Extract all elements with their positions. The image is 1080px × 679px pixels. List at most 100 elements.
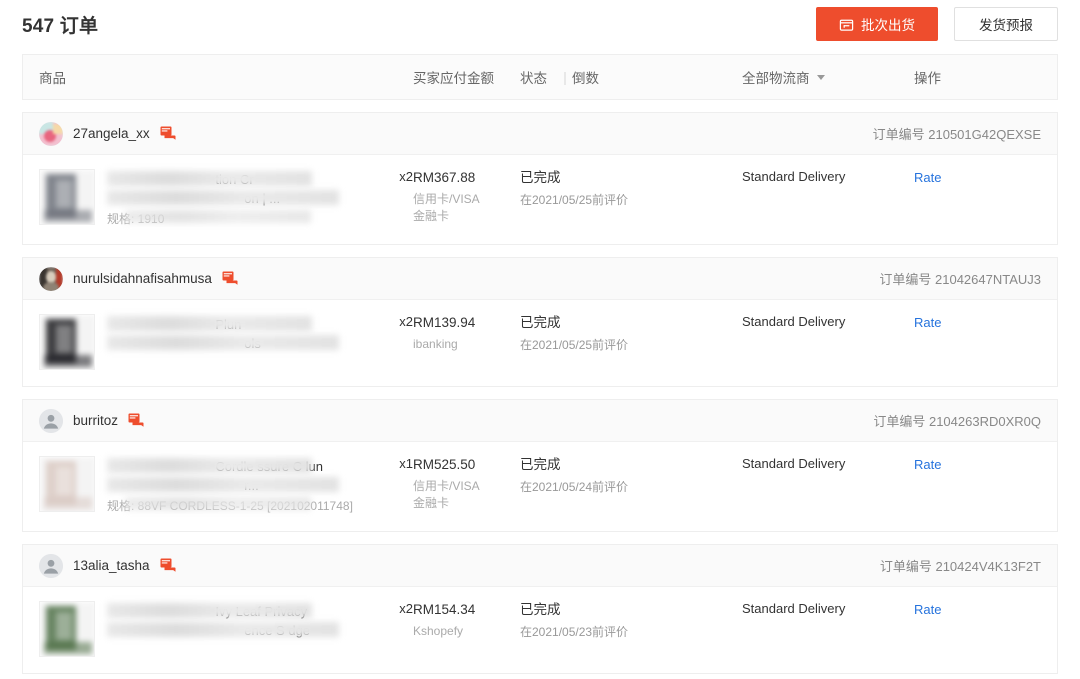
action-cell: Rate	[914, 169, 1054, 228]
order-number-value: 210501G42QEXSE	[928, 127, 1041, 142]
amount-value: RM154.34	[413, 602, 476, 617]
rate-link[interactable]: Rate	[914, 602, 941, 617]
amount-cell: RM525.50 信用卡/VISA金融卡	[413, 456, 520, 515]
redaction-overlay	[107, 458, 312, 473]
buyer-info[interactable]: nurulsidahnafisahmusa	[39, 266, 238, 291]
status-cell: 已完成在2021/05/24前评价	[520, 456, 742, 515]
product-thumbnail[interactable]	[39, 314, 95, 370]
redaction-overlay	[125, 497, 311, 510]
buyer-info[interactable]: 27angela_xx	[39, 121, 176, 146]
product-quantity: x2	[399, 601, 413, 616]
redaction-overlay	[107, 316, 312, 331]
avatar	[39, 408, 63, 433]
chevron-down-icon	[816, 74, 825, 80]
column-header-amount: 买家应付金额	[413, 71, 494, 86]
buyer-info[interactable]: 13alia_tasha	[39, 553, 176, 578]
order-card: 13alia_tasha 订单编号 210424V4K13F2T Ivy Leaf…	[22, 544, 1058, 674]
redaction-overlay	[107, 171, 312, 186]
redaction-overlay	[107, 603, 312, 618]
avatar	[39, 121, 63, 146]
status-cell: 已完成在2021/05/23前评价	[520, 601, 742, 657]
order-card-body: Plun ols x2RM139.94 ibanking 已完成在2021/05/25…	[23, 300, 1057, 386]
order-list: 27angela_xx 订单编号 210501G42QEXSE tion Cr o…	[22, 112, 1058, 674]
product-cell[interactable]: Ivy Leaf Privacy ence S dge x2	[23, 601, 413, 657]
batch-ship-label: 批次出货	[861, 18, 915, 33]
product-text: Plun ols	[107, 314, 385, 370]
order-number-value: 2104263RD0XR0Q	[928, 414, 1041, 429]
page-title: 547 订单	[22, 15, 99, 37]
header-actions: 批次出货 发货预报	[816, 7, 1058, 41]
order-card: 27angela_xx 订单编号 210501G42QEXSE tion Cr o…	[22, 112, 1058, 245]
logistics-provider: Standard Delivery	[742, 456, 846, 471]
batch-ship-button[interactable]: 批次出货	[816, 7, 938, 41]
order-list-page: 547 订单 批次出货 发货预报 商品 买家应付金额 状态 | 倒数 全部物流商…	[0, 0, 1080, 679]
amount-cell: RM154.34 Kshopefy	[413, 601, 520, 657]
buyer-name[interactable]: 27angela_xx	[73, 126, 150, 141]
amount-value: RM525.50	[413, 457, 476, 472]
buyer-name[interactable]: burritoz	[73, 413, 118, 428]
column-header-countdown: 倒数	[572, 71, 599, 86]
redaction-overlay	[125, 210, 311, 223]
buyer-name[interactable]: 13alia_tasha	[73, 558, 150, 573]
order-card-body: Ivy Leaf Privacy ence S dge x2RM154.34 Ksh…	[23, 587, 1057, 673]
order-card-body: tion Cr on | ...规格: 1910 x2RM367.88 信用卡/VI…	[23, 155, 1057, 244]
chat-icon[interactable]	[160, 126, 176, 141]
product-quantity: x2	[399, 169, 413, 184]
product-text: tion Cr on | ...规格: 1910	[107, 169, 385, 228]
rate-link[interactable]: Rate	[914, 457, 941, 472]
chat-icon[interactable]	[222, 271, 238, 286]
product-quantity: x2	[399, 314, 413, 329]
countdown-text: 在2021/05/25前评价	[520, 338, 629, 352]
status-badge: 已完成	[520, 170, 561, 185]
payment-method: ibanking	[413, 337, 458, 351]
countdown-text: 在2021/05/23前评价	[520, 625, 629, 639]
status-badge: 已完成	[520, 602, 561, 617]
rate-link[interactable]: Rate	[914, 170, 941, 185]
order-number: 订单编号 210501G42QEXSE	[873, 124, 1041, 143]
redaction-overlay	[107, 477, 339, 492]
order-number-label: 订单编号	[879, 559, 932, 574]
payment-method: Kshopefy	[413, 624, 464, 638]
product-cell[interactable]: Cordle ssure C lun r...规格: 88VF CORDLESS…	[23, 456, 413, 515]
column-header-status: 状态	[520, 71, 547, 86]
avatar	[39, 553, 63, 578]
redaction-overlay	[107, 190, 339, 205]
status-badge: 已完成	[520, 315, 561, 330]
product-cell[interactable]: Plun ols x2	[23, 314, 413, 370]
amount-cell: RM367.88 信用卡/VISA金融卡	[413, 169, 520, 228]
shipping-forecast-button[interactable]: 发货预报	[954, 7, 1058, 41]
action-cell: Rate	[914, 314, 1054, 370]
product-thumbnail[interactable]	[39, 601, 95, 657]
amount-value: RM367.88	[413, 170, 476, 185]
buyer-name[interactable]: nurulsidahnafisahmusa	[73, 271, 212, 286]
order-card-body: Cordle ssure C lun r...规格: 88VF CORDLESS…	[23, 442, 1057, 531]
order-card-header: burritoz 订单编号 2104263RD0XR0Q	[23, 400, 1057, 442]
status-cell: 已完成在2021/05/25前评价	[520, 314, 742, 370]
product-thumbnail[interactable]	[39, 456, 95, 512]
column-header-action: 操作	[914, 71, 941, 86]
box-icon	[839, 17, 854, 32]
chat-icon[interactable]	[160, 558, 176, 573]
amount-value: RM139.94	[413, 315, 476, 330]
logistics-provider: Standard Delivery	[742, 601, 846, 616]
status-badge: 已完成	[520, 457, 561, 472]
order-number-label: 订单编号	[873, 414, 926, 429]
product-thumbnail[interactable]	[39, 169, 95, 225]
rate-link[interactable]: Rate	[914, 315, 941, 330]
order-card: nurulsidahnafisahmusa 订单编号 21042647NTAUJ3…	[22, 257, 1058, 387]
countdown-text: 在2021/05/24前评价	[520, 480, 629, 494]
table-header-row: 商品 买家应付金额 状态 | 倒数 全部物流商 操作	[22, 54, 1058, 100]
column-header-logistics-filter[interactable]: 全部物流商	[742, 67, 914, 87]
order-card: burritoz 订单编号 2104263RD0XR0Q Cordle ssure…	[22, 399, 1058, 532]
order-number-label: 订单编号	[879, 272, 932, 287]
buyer-info[interactable]: burritoz	[39, 408, 144, 433]
countdown-text: 在2021/05/25前评价	[520, 193, 629, 207]
order-card-header: 13alia_tasha 订单编号 210424V4K13F2T	[23, 545, 1057, 587]
avatar	[39, 266, 63, 291]
page-header: 547 订单 批次出货 发货预报	[0, 0, 1080, 48]
logistics-provider: Standard Delivery	[742, 169, 846, 184]
chat-icon[interactable]	[128, 413, 144, 428]
product-cell[interactable]: tion Cr on | ...规格: 1910 x2	[23, 169, 413, 228]
order-card-header: 27angela_xx 订单编号 210501G42QEXSE	[23, 113, 1057, 155]
amount-cell: RM139.94 ibanking	[413, 314, 520, 370]
